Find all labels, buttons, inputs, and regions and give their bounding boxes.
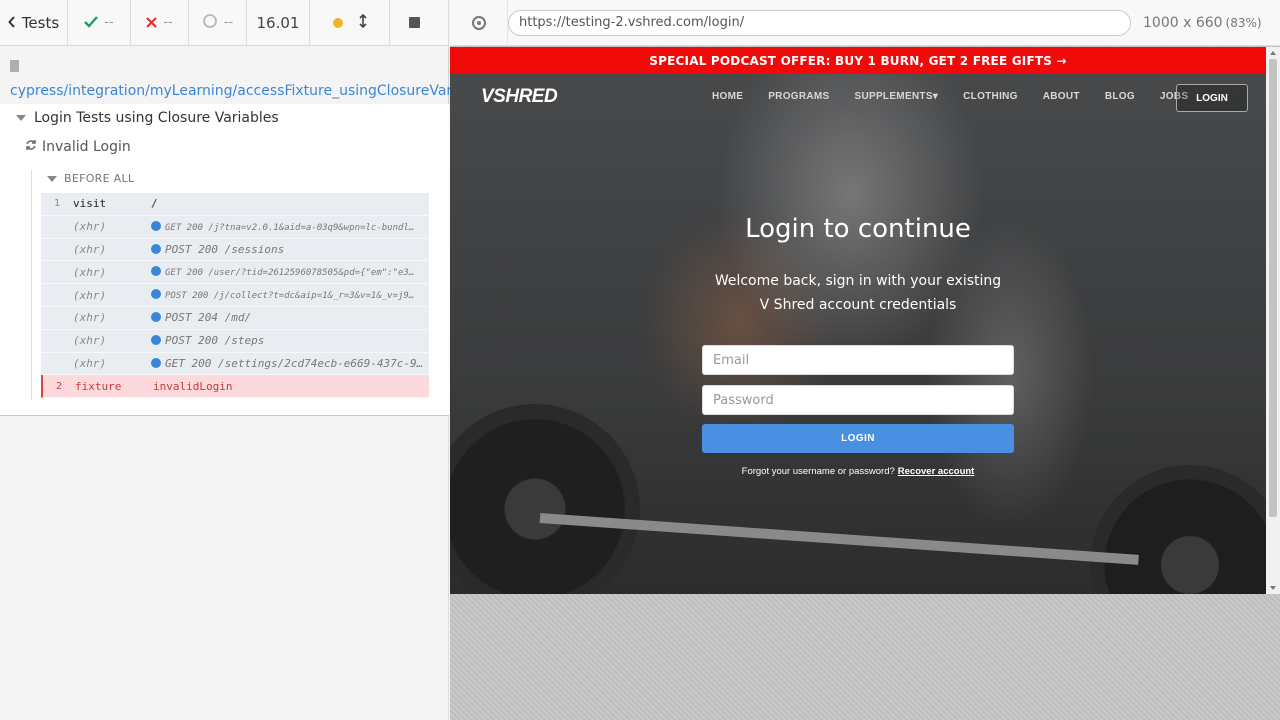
back-label: Tests (21, 13, 60, 32)
site-iframe: SPECIAL PODCAST OFFER: BUY 1 BURN, GET 2… (450, 47, 1266, 594)
site-logo[interactable]: VSHRED (481, 86, 558, 108)
nav-links: HOME PROGRAMS SUPPLEMENTS▾ CLOTHING ABOU… (712, 91, 1213, 102)
nav-programs[interactable]: PROGRAMS (768, 91, 829, 102)
stop-icon (408, 17, 420, 28)
command-row-failed[interactable]: 2 fixture invalidLogin (41, 375, 429, 399)
hook-title[interactable]: BEFORE ALL (47, 172, 134, 185)
site-scrollbar[interactable] (1266, 47, 1280, 594)
chevron-left-icon (7, 14, 16, 32)
back-to-tests-button[interactable]: Tests (0, 0, 68, 45)
xhr-status-dot-icon (151, 243, 161, 254)
check-icon (84, 14, 99, 32)
url-field[interactable]: https://testing-2.vshred.com/login/ (508, 9, 1131, 36)
command-row[interactable]: (xhr) GET 200 /user/?tid=2612596078505&p… (41, 261, 429, 285)
circle-notch-icon (202, 13, 218, 33)
url-bar: https://testing-2.vshred.com/login/ 1000… (450, 0, 1280, 46)
nav-login-button[interactable]: LOGIN (1176, 84, 1248, 112)
login-button[interactable]: LOGIN (702, 424, 1014, 453)
recover-account-link[interactable]: Recover account (898, 466, 975, 477)
failed-count: -- (131, 0, 189, 45)
spec-path-line1: cypress/integration/myLearning/accessFix… (10, 83, 493, 99)
xhr-status-dot-icon (151, 266, 161, 277)
scroll-toggle-icon[interactable] (358, 13, 367, 32)
scrollbar-thumb[interactable] (1269, 59, 1277, 517)
command-row[interactable]: (xhr) GET 200 /j?tna=v2.0.1&aid=a-03q9&w… (41, 215, 429, 239)
login-subtitle: Welcome back, sign in with your existing… (714, 273, 1002, 313)
forgot-credentials: Forgot your username or password? Recover… (741, 466, 975, 477)
command-row[interactable]: (xhr) POST 200 /steps (41, 329, 429, 353)
file-icon (10, 60, 19, 72)
caret-down-icon (16, 115, 26, 121)
duration: 16.01 (247, 0, 310, 45)
pending-count: -- (189, 0, 247, 45)
command-row[interactable]: 1 visit / (41, 193, 429, 216)
scroll-down-icon[interactable] (1270, 586, 1276, 590)
test-title[interactable]: Invalid Login (25, 139, 131, 155)
command-log: 1 visit / (xhr) GET 200 /j?tna=v2.0.1&ai… (41, 193, 429, 399)
login-title: Login to continue (745, 214, 971, 244)
xhr-status-dot-icon (151, 220, 161, 231)
xhr-status-dot-icon (151, 289, 161, 300)
nav-blog[interactable]: BLOG (1105, 91, 1135, 102)
command-row[interactable]: (xhr) POST 204 /md/ (41, 306, 429, 330)
nav-about[interactable]: ABOUT (1043, 91, 1080, 102)
caret-down-icon (47, 175, 57, 182)
spec-path[interactable]: cypress/integration/myLearning/accessFix… (0, 46, 492, 123)
xhr-status-dot-icon (151, 335, 161, 346)
command-row[interactable]: (xhr) POST 200 /sessions (41, 238, 429, 262)
nav-supplements[interactable]: SUPPLEMENTS▾ (855, 91, 939, 102)
crosshair-icon (471, 15, 486, 30)
run-controls (310, 0, 390, 45)
password-field[interactable] (702, 385, 1014, 415)
scroll-up-icon[interactable] (1270, 51, 1276, 55)
running-indicator-icon (332, 17, 343, 28)
viewport-info[interactable]: 1000 x 660 (83%) (1143, 15, 1262, 31)
suite-title[interactable]: Login Tests using Closure Variables (16, 110, 279, 126)
selector-playground-button[interactable] (450, 0, 508, 46)
x-icon (146, 14, 158, 32)
reporter: Login Tests using Closure Variables Inva… (0, 104, 449, 416)
site-navbar: VSHRED HOME PROGRAMS SUPPLEMENTS▾ CLOTHI… (450, 74, 1266, 120)
xhr-status-dot-icon (151, 357, 161, 368)
stop-button[interactable] (390, 0, 438, 45)
runner-header: Tests -- -- -- 16.01 (0, 0, 448, 46)
test-runner-panel: Tests -- -- -- 16.01 cypress/integration… (0, 0, 492, 720)
email-field[interactable] (702, 345, 1014, 375)
refresh-icon (25, 139, 37, 155)
passed-count: -- (68, 0, 131, 45)
app-under-test-panel: https://testing-2.vshred.com/login/ 1000… (450, 0, 1280, 720)
hook-divider (31, 170, 32, 400)
nav-home[interactable]: HOME (712, 91, 743, 102)
xhr-status-dot-icon (151, 312, 161, 323)
command-row[interactable]: (xhr) GET 200 /settings/2cd74ecb-e669-43… (41, 352, 429, 376)
promo-banner[interactable]: SPECIAL PODCAST OFFER: BUY 1 BURN, GET 2… (450, 47, 1266, 74)
nav-clothing[interactable]: CLOTHING (963, 91, 1018, 102)
command-row[interactable]: (xhr) POST 200 /j/collect?t=dc&aip=1&_r=… (41, 284, 429, 307)
